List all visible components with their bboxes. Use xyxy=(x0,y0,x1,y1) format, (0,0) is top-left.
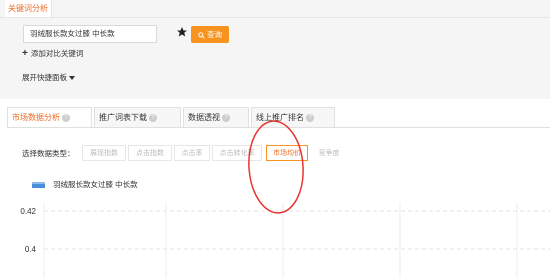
help-icon[interactable]: ? xyxy=(149,113,157,122)
legend-label: 羽绒服长款女过膝 中长款 xyxy=(53,180,138,189)
option-click-index[interactable]: 点击指数 xyxy=(128,145,172,161)
red-circle-annotation xyxy=(248,120,304,214)
chart-legend[interactable]: 羽绒服长款女过膝 中长款 xyxy=(32,180,138,190)
search-icon xyxy=(198,31,205,39)
top-header: 关键词分析 xyxy=(0,0,550,18)
y-tick-label: 0.42 xyxy=(20,207,36,216)
help-icon[interactable]: ? xyxy=(222,113,230,122)
tab-keyword-download[interactable]: 推广词表下载? xyxy=(94,107,181,127)
tab-label: 市场数据分析 xyxy=(12,113,60,122)
expand-label: 展开快捷面板 xyxy=(22,73,67,82)
page-title[interactable]: 关键词分析 xyxy=(5,0,52,17)
star-icon[interactable] xyxy=(176,25,188,39)
keyword-input[interactable]: 羽绒服长款女过膝 中长款 xyxy=(23,25,157,43)
query-button[interactable]: 查询 xyxy=(191,26,229,43)
help-icon[interactable]: ? xyxy=(62,113,70,122)
option-competition[interactable]: 竞争度 xyxy=(311,145,347,161)
expand-panel-toggle[interactable]: 展开快捷面板 xyxy=(22,72,75,84)
y-tick-label: 0.4 xyxy=(25,245,37,254)
option-impression-index[interactable]: 展现指数 xyxy=(82,145,126,161)
add-compare-keyword[interactable]: + 添加对比关键词 xyxy=(22,48,83,60)
help-icon[interactable]: ? xyxy=(306,113,314,122)
query-label: 查询 xyxy=(207,30,223,39)
add-compare-label: 添加对比关键词 xyxy=(30,49,84,58)
option-ctr[interactable]: 点击率 xyxy=(174,145,210,161)
plus-icon: + xyxy=(22,48,28,59)
tab-market-data[interactable]: 市场数据分析? xyxy=(7,107,92,127)
legend-swatch xyxy=(32,182,45,189)
chart-y-ticks: 0.42 0.4 xyxy=(20,207,36,254)
tab-label: 推广词表下载 xyxy=(99,113,147,122)
data-type-label: 选择数据类型： xyxy=(22,149,75,158)
tab-data-pivot[interactable]: 数据透视? xyxy=(183,107,249,127)
caret-down-icon xyxy=(69,76,75,81)
tab-label: 数据透视 xyxy=(188,113,220,122)
